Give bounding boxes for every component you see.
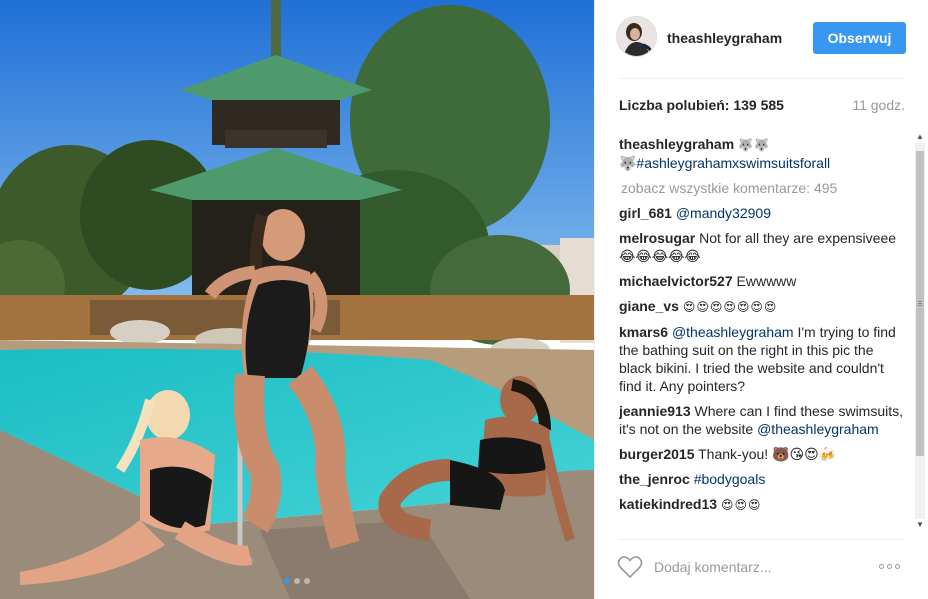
- view-all-comments-link[interactable]: zobacz wszystkie komentarze: 495: [621, 179, 907, 197]
- carousel-dot-2[interactable]: [294, 578, 300, 584]
- list-item: kmars6 @theashleygraham I'm trying to fi…: [619, 323, 907, 395]
- header-divider: [619, 78, 904, 79]
- list-item: girl_681 @mandy32909: [619, 204, 907, 222]
- author-username[interactable]: theashleygraham: [667, 30, 782, 46]
- post-photo[interactable]: [0, 0, 594, 599]
- comment-username[interactable]: katiekindred13: [619, 496, 717, 512]
- likes-count[interactable]: 139 585: [733, 97, 784, 113]
- post-header: theashleygraham Obserwuj: [595, 0, 928, 78]
- caption-emoji: 🐺🐺: [738, 138, 770, 152]
- comments-list: theashleygraham 🐺🐺 🐺#ashleygrahamxswimsu…: [619, 135, 907, 531]
- author-avatar[interactable]: [616, 16, 657, 57]
- list-item: katiekindred13 😍😍😍: [619, 495, 907, 514]
- likes-label: Liczba polubień:: [619, 97, 730, 113]
- comment-username[interactable]: burger2015: [619, 446, 694, 462]
- comment-mention[interactable]: @mandy32909: [676, 205, 771, 221]
- comments-scrollbar[interactable]: ▲ ▼: [913, 131, 927, 531]
- scrollbar-thumb[interactable]: [916, 151, 924, 456]
- post-caption: theashleygraham 🐺🐺 🐺#ashleygrahamxswimsu…: [619, 135, 907, 172]
- comment-username[interactable]: the_jenroc: [619, 471, 690, 487]
- comment-username[interactable]: giane_vs: [619, 298, 679, 314]
- caption-hashtag[interactable]: 🐺#ashleygrahamxswimsuitsforall: [619, 155, 830, 171]
- comment-username[interactable]: michaelvictor527: [619, 273, 733, 289]
- post-timestamp[interactable]: 11 godz.: [852, 97, 905, 113]
- comment-text: Thank-you! 🐻😘😍🍻: [698, 446, 837, 462]
- list-item: melrosugar Not for all they are expensiv…: [619, 229, 907, 265]
- list-item: giane_vs 😍😍😍😍😍😍😍: [619, 297, 907, 316]
- carousel-indicator: [0, 578, 594, 584]
- comment-text: 😍😍😍😍😍😍😍: [682, 300, 778, 314]
- comment-text: 😍😍😍: [720, 498, 762, 512]
- comment-username[interactable]: girl_681: [619, 205, 672, 221]
- add-comment-input[interactable]: [654, 556, 854, 578]
- post-sidebar: theashleygraham Obserwuj Liczba polubień…: [594, 0, 928, 599]
- photo-illustration: [0, 0, 594, 599]
- scroll-down-arrow-icon[interactable]: ▼: [916, 521, 924, 529]
- list-item: jeannie913 Where can I find these swimsu…: [619, 402, 907, 438]
- list-item: burger2015 Thank-you! 🐻😘😍🍻: [619, 445, 907, 463]
- comment-username[interactable]: melrosugar: [619, 230, 695, 246]
- comment-mention[interactable]: @theashleygraham: [672, 324, 794, 340]
- comment-username[interactable]: kmars6: [619, 324, 668, 340]
- avatar-image: [617, 17, 656, 56]
- comment-composer: [595, 540, 928, 599]
- list-item: michaelvictor527 Ewwwww: [619, 272, 907, 290]
- scroll-up-arrow-icon[interactable]: ▲: [916, 133, 924, 141]
- comment-mention[interactable]: @theashleygraham: [757, 421, 879, 437]
- carousel-dot-3[interactable]: [304, 578, 310, 584]
- carousel-dot-1[interactable]: [284, 578, 290, 584]
- caption-username[interactable]: theashleygraham: [619, 136, 734, 152]
- likes-row: Liczba polubień: 139 585 11 godz.: [619, 97, 905, 117]
- follow-button[interactable]: Obserwuj: [813, 22, 906, 54]
- more-options-icon[interactable]: [879, 559, 907, 573]
- comment-username[interactable]: jeannie913: [619, 403, 691, 419]
- comment-hashtag[interactable]: #bodygoals: [694, 471, 766, 487]
- list-item: the_jenroc #bodygoals: [619, 470, 907, 488]
- comment-text: Ewwwww: [736, 273, 797, 289]
- heart-outline-icon[interactable]: [617, 555, 643, 579]
